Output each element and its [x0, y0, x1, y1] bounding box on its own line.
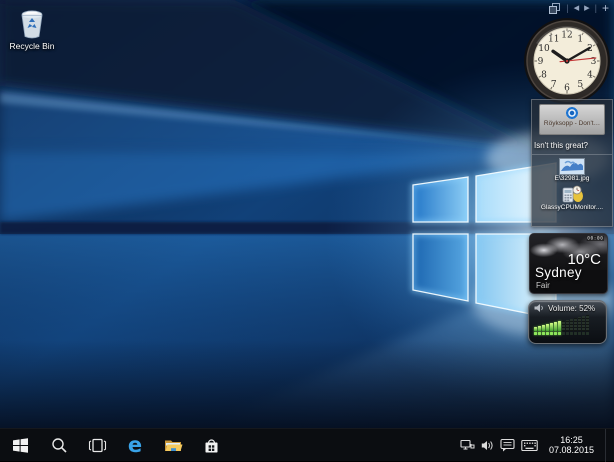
- image-file-icon: [559, 158, 585, 175]
- now-playing-label: Röyksopp - Don't…: [544, 120, 600, 127]
- action-center-button[interactable]: [500, 438, 515, 452]
- weather-mini-clock: 00:00: [587, 236, 604, 241]
- volume-base-segment: [558, 332, 561, 335]
- next-page-button[interactable]: ▸: [584, 2, 590, 14]
- volume-base-segment: [582, 332, 585, 335]
- prev-page-button[interactable]: ◂: [574, 2, 580, 14]
- tray-time: 16:25: [560, 435, 583, 445]
- search-icon: [51, 437, 68, 454]
- action-center-icon: [500, 438, 515, 452]
- volume-tray-button[interactable]: [481, 439, 494, 452]
- speaker-tray-icon: [481, 439, 494, 452]
- volume-bar: [550, 323, 553, 331]
- edge-button[interactable]: e: [116, 429, 154, 462]
- network-icon: [460, 438, 475, 452]
- start-button[interactable]: [0, 429, 40, 462]
- volume-base-segment: [538, 332, 541, 335]
- toolbar-separator: |: [566, 2, 568, 14]
- weather-condition: Fair: [536, 281, 550, 290]
- file-label: E\32981.jpg: [555, 175, 590, 182]
- volume-bar: [566, 320, 569, 331]
- tray-date: 07.08.2015: [549, 445, 594, 455]
- desktop-file-gadget[interactable]: GlassyCPUMonitor....: [532, 185, 612, 211]
- volume-bar: [586, 315, 589, 331]
- touch-keyboard-button[interactable]: [521, 439, 538, 452]
- volume-gadget[interactable]: Volume: 52%: [528, 300, 607, 344]
- volume-base-segment: [562, 332, 565, 335]
- volume-base-row: [534, 332, 601, 335]
- recycle-bin-icon[interactable]: Recycle Bin: [4, 8, 60, 51]
- note-text: Isn't this great?: [534, 141, 612, 150]
- volume-bar: [582, 316, 585, 331]
- analog-clock-gadget[interactable]: 123456789101112: [521, 15, 613, 107]
- network-tray-button[interactable]: [460, 438, 475, 452]
- music-app-icon: [566, 107, 578, 119]
- svg-text:5: 5: [577, 80, 583, 90]
- system-tray: 16:25 07.08.2015: [460, 429, 614, 462]
- volume-bar: [570, 319, 573, 331]
- volume-bar: [554, 322, 557, 331]
- task-view-icon: [88, 438, 107, 453]
- volume-label: Volume: 52%: [548, 304, 595, 313]
- tray-clock[interactable]: 16:25 07.08.2015: [544, 435, 599, 455]
- taskbar: e: [0, 428, 614, 461]
- volume-base-segment: [578, 332, 581, 335]
- show-desktop-button[interactable]: [605, 429, 611, 462]
- volume-base-segment: [550, 332, 553, 335]
- volume-base-segment: [574, 332, 577, 335]
- add-gadget-button[interactable]: +: [602, 2, 609, 14]
- volume-base-segment: [542, 332, 545, 335]
- edge-icon: e: [128, 435, 142, 456]
- touch-keyboard-icon: [521, 439, 538, 452]
- volume-equalizer: [534, 315, 601, 331]
- volume-bar: [538, 326, 541, 331]
- volume-base-segment: [570, 332, 573, 335]
- volume-bar: [534, 327, 537, 331]
- store-icon: [203, 437, 220, 454]
- store-button[interactable]: [192, 429, 230, 462]
- desktop[interactable]: Recycle Bin | ◂ ▸ | + 123456789101112 Rö…: [0, 0, 614, 428]
- volume-bar: [578, 317, 581, 331]
- svg-text:7: 7: [551, 80, 557, 90]
- svg-text:4: 4: [587, 70, 593, 80]
- volume-base-segment: [546, 332, 549, 335]
- windows-logo-icon: [12, 437, 29, 454]
- toolbar-separator: |: [595, 2, 597, 14]
- recycle-bin-glyph: [17, 8, 47, 40]
- file-explorer-button[interactable]: [154, 429, 192, 462]
- volume-base-segment: [534, 332, 537, 335]
- gadget-gallery-icon[interactable]: [549, 3, 561, 14]
- gadget-panel: Röyksopp - Don't… Isn't this great? E\32…: [531, 99, 613, 227]
- weather-gadget[interactable]: 00:00 10°C Sydney Fair: [529, 233, 608, 294]
- volume-bar: [558, 321, 561, 331]
- desktop-file-jpg[interactable]: E\32981.jpg: [532, 158, 612, 182]
- svg-text:8: 8: [541, 70, 547, 80]
- file-explorer-icon: [164, 438, 183, 453]
- panel-divider: [532, 154, 612, 155]
- volume-base-segment: [566, 332, 569, 335]
- volume-base-segment: [586, 332, 589, 335]
- volume-base-segment: [554, 332, 557, 335]
- gadget-toolbar: | ◂ ▸ | +: [549, 2, 609, 14]
- speaker-icon: [534, 303, 545, 313]
- volume-bar: [574, 318, 577, 331]
- task-view-button[interactable]: [78, 429, 116, 462]
- svg-text:6: 6: [564, 84, 570, 94]
- recycle-bin-label: Recycle Bin: [10, 41, 55, 51]
- music-player-tile[interactable]: Röyksopp - Don't…: [539, 104, 605, 135]
- volume-bar: [562, 321, 565, 331]
- file-label: GlassyCPUMonitor....: [541, 204, 603, 211]
- volume-bar: [546, 324, 549, 331]
- svg-text:9: 9: [538, 57, 544, 67]
- gadget-file-icon: [560, 185, 584, 204]
- search-button[interactable]: [40, 429, 78, 462]
- weather-city: Sydney: [535, 265, 582, 280]
- volume-bar: [542, 325, 545, 331]
